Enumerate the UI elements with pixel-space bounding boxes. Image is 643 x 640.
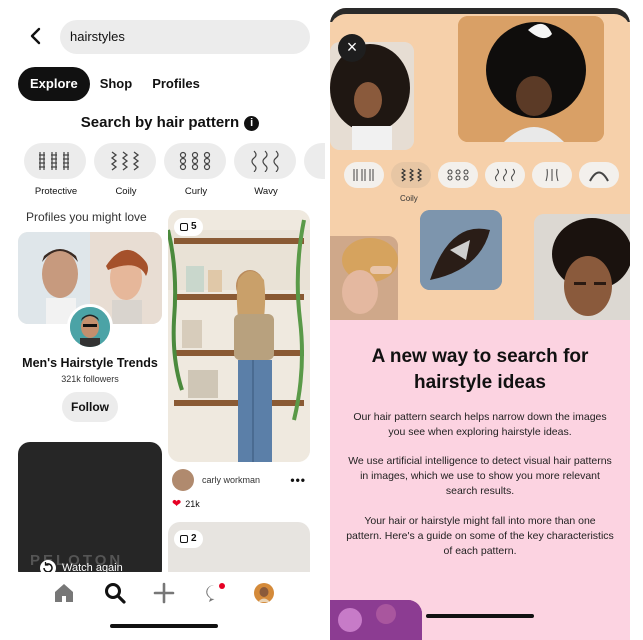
pattern-curly[interactable]: Curly (164, 143, 228, 197)
info-paragraph: Your hair or hairstyle might fall into m… (346, 515, 614, 557)
search-results-screen: hairstyles Explore Shop Profiles Search … (0, 0, 325, 640)
profile-card[interactable]: Men's Hairstyle Trends 321k followers Fo… (18, 232, 162, 432)
hair-pattern-chips: Protective Coily Curly Wavy (24, 143, 325, 197)
pattern-label: Curly (184, 186, 208, 197)
pin-count-badge: 2 (174, 530, 203, 548)
pin-count-badge: 5 (174, 218, 203, 236)
close-button[interactable]: × (338, 34, 366, 62)
video-pin-card[interactable]: PELOTON Watch again (18, 442, 162, 582)
collage-photo (534, 214, 630, 326)
braids-icon[interactable] (344, 162, 384, 188)
sheet-title: A new way to search for hairstyle ideas (371, 346, 589, 393)
like-count: 21k (185, 498, 200, 509)
profile-avatar[interactable] (253, 582, 275, 604)
collage-photo (330, 600, 422, 640)
result-tabs: Explore Shop Profiles (18, 67, 210, 101)
info-paragraph: Our hair pattern search helps narrow dow… (353, 411, 607, 438)
pattern-protective[interactable]: Protective (24, 143, 88, 197)
more-options-icon[interactable]: ••• (290, 473, 306, 487)
search-icon[interactable] (104, 582, 126, 604)
home-indicator (426, 614, 534, 618)
pattern-coily[interactable]: Coily (94, 143, 158, 197)
collage-photo (330, 236, 398, 328)
coily-icon (94, 143, 156, 179)
info-icon[interactable]: i (244, 116, 260, 131)
pin-photo (168, 210, 310, 462)
wavy-icon (234, 143, 296, 179)
pin-image-card[interactable]: 5 (168, 210, 310, 462)
collage-photo (458, 16, 604, 142)
home-icon[interactable] (53, 582, 75, 604)
tab-explore[interactable]: Explore (18, 67, 90, 101)
search-input[interactable]: hairstyles (60, 20, 310, 54)
tab-profiles[interactable]: Profiles (142, 67, 210, 101)
pattern-label: Protective (34, 186, 78, 197)
author-avatar[interactable] (172, 469, 194, 491)
collage-photo (420, 210, 502, 290)
pin-count: 5 (191, 221, 197, 232)
wavy-icon[interactable] (485, 162, 525, 188)
pin-reactions: ❤ 21k (172, 497, 200, 510)
heart-icon: ❤ (172, 498, 182, 510)
straight-icon[interactable] (532, 162, 572, 188)
pin-count: 2 (191, 533, 197, 544)
more-pattern-chip (304, 143, 325, 179)
hair-pattern-heading-text: Search by hair pattern (80, 114, 240, 131)
home-indicator (110, 624, 218, 628)
curly-icon (164, 143, 226, 179)
info-paragraph: We use artificial intelligence to detect… (348, 455, 612, 497)
hair-pattern-heading: Search by hair pattern i (0, 114, 325, 131)
pin-meta: carly workman ••• (172, 468, 312, 492)
plus-icon[interactable] (153, 582, 175, 604)
author-name[interactable]: carly workman (202, 475, 290, 485)
multi-image-icon (180, 223, 188, 231)
tab-shop[interactable]: Shop (90, 67, 143, 101)
multi-image-icon (180, 535, 188, 543)
pattern-more[interactable] (304, 143, 325, 197)
chat-icon[interactable] (203, 582, 225, 604)
pattern-chip-row (344, 162, 626, 188)
curly-icon[interactable] (438, 162, 478, 188)
coily-icon[interactable] (391, 162, 431, 188)
profile-followers: 321k followers (61, 374, 119, 384)
follow-button[interactable]: Follow (62, 392, 118, 422)
hair-pattern-info-sheet: × Coily A new way to search for hairstyl… (330, 8, 630, 640)
bald-icon[interactable] (579, 162, 619, 188)
hero-collage: × Coily (330, 14, 630, 328)
pattern-wavy[interactable]: Wavy (234, 143, 298, 197)
back-arrow-icon[interactable] (26, 26, 46, 46)
braids-icon (24, 143, 86, 179)
selected-pattern-label: Coily (400, 194, 418, 203)
pattern-label: Coily (115, 186, 137, 197)
profiles-heading: Profiles you might love (26, 210, 147, 224)
pattern-label: Wavy (254, 186, 278, 197)
profile-name: Men's Hairstyle Trends (22, 356, 158, 370)
bottom-navigation (0, 572, 325, 640)
avatar (67, 304, 113, 350)
